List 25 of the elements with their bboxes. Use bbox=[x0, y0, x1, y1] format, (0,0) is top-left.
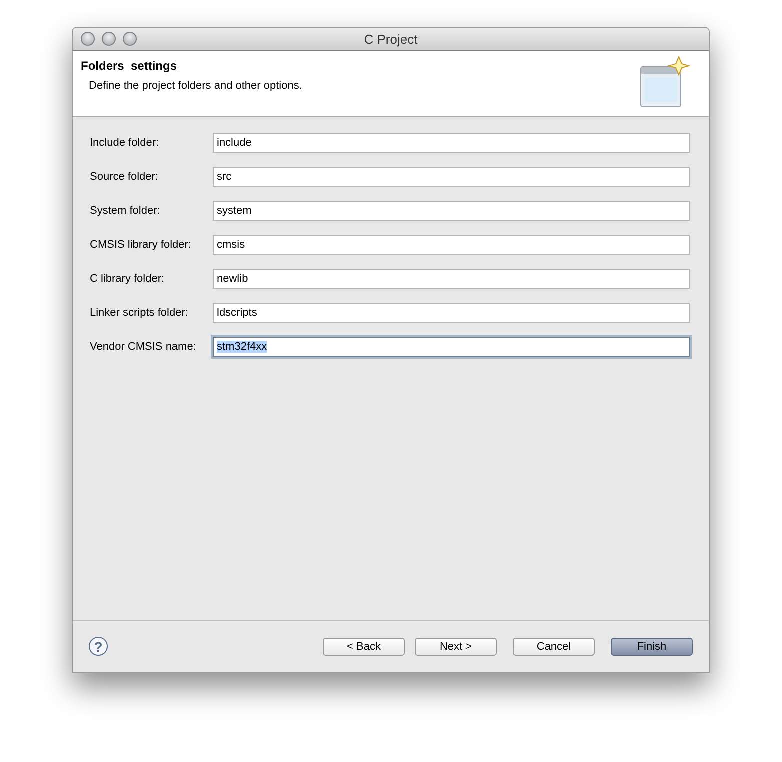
minimize-button[interactable] bbox=[102, 32, 116, 46]
field-label: CMSIS library folder: bbox=[90, 239, 192, 251]
page-description: Define the project folders and other options. bbox=[88, 80, 302, 92]
help-button[interactable]: ? bbox=[89, 637, 108, 656]
text-field[interactable]: newlib bbox=[213, 269, 690, 289]
text-field[interactable]: include bbox=[213, 133, 690, 153]
window-title: C Project bbox=[363, 32, 419, 46]
text-field[interactable]: cmsis bbox=[213, 235, 690, 255]
field-label: System folder: bbox=[90, 205, 162, 217]
zoom-button[interactable] bbox=[123, 32, 137, 46]
field-label: C library folder: bbox=[90, 273, 166, 285]
text-field[interactable]: src bbox=[213, 167, 690, 187]
dialog-button[interactable]: Next > bbox=[415, 638, 497, 656]
field-label: Include folder: bbox=[90, 137, 160, 149]
field-label: Linker scripts folder: bbox=[90, 307, 190, 319]
field-label: Source folder: bbox=[90, 171, 160, 183]
dialog-button[interactable]: < Back bbox=[323, 638, 405, 656]
text-field[interactable]: stm32f4xx bbox=[213, 337, 690, 357]
field-label: Vendor CMSIS name: bbox=[90, 341, 198, 353]
dialog-button[interactable]: Finish bbox=[611, 638, 693, 656]
dialog-button[interactable]: Cancel bbox=[513, 638, 595, 656]
page-title: Folders settings bbox=[81, 59, 178, 73]
text-field[interactable]: ldscripts bbox=[213, 303, 690, 323]
close-button[interactable] bbox=[81, 32, 95, 46]
text-field[interactable]: system bbox=[213, 201, 690, 221]
